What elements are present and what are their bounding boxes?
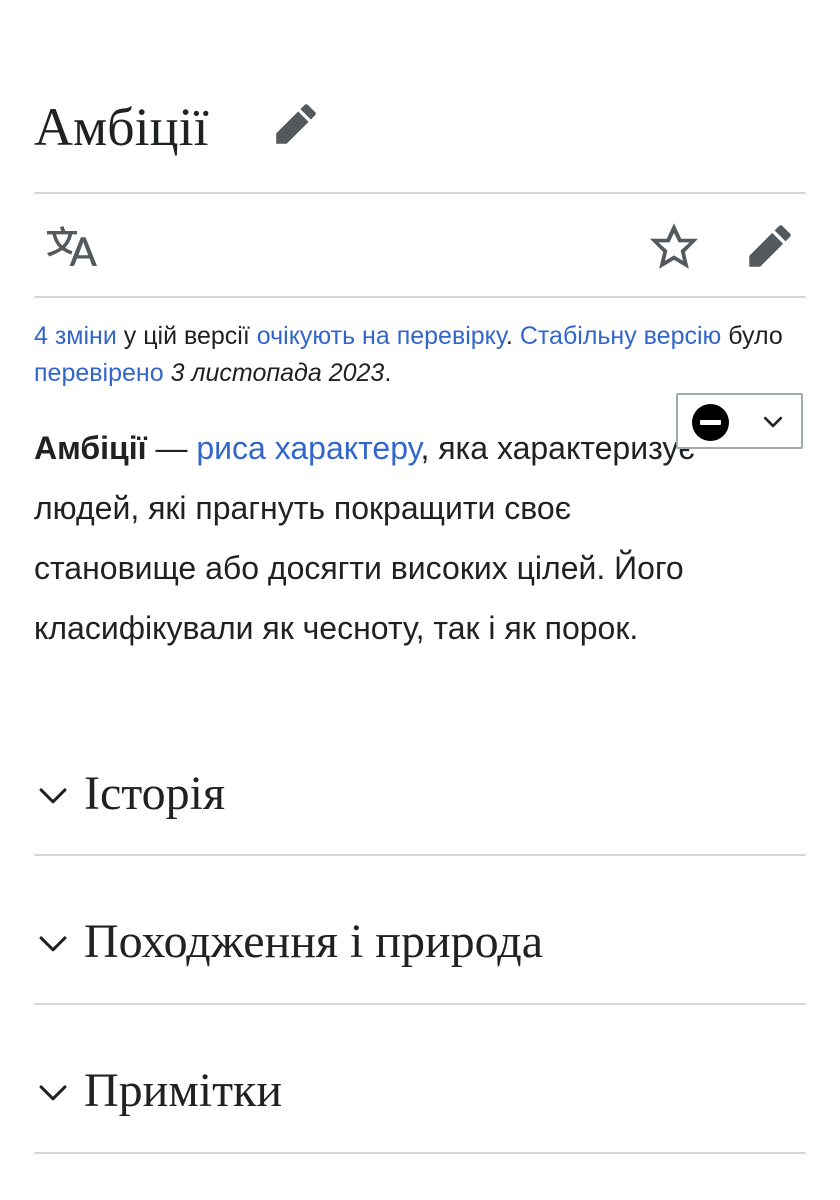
checked-link[interactable]: перевірено — [34, 359, 164, 387]
title-row: Амбіції — [34, 92, 806, 162]
chevron-down-icon — [763, 416, 783, 428]
page-actions-toolbar — [34, 196, 806, 296]
section-title: Примітки — [84, 1064, 283, 1117]
notice-text: було — [721, 322, 783, 350]
changes-link[interactable]: 4 зміни — [34, 322, 117, 350]
stable-version-link[interactable]: Стабільну версію — [520, 322, 721, 350]
title-edit-button[interactable] — [272, 100, 320, 148]
translate-icon — [47, 226, 97, 267]
section-title: Історія — [84, 767, 226, 820]
section-divider — [34, 854, 806, 856]
toolbar-divider — [34, 296, 806, 298]
title-divider — [34, 192, 806, 194]
watch-star-button[interactable] — [642, 214, 706, 278]
section-history[interactable]: Історія — [34, 744, 806, 844]
edit-page-button[interactable] — [738, 214, 802, 278]
pencil-icon — [749, 225, 791, 267]
notice-text: . — [505, 322, 520, 350]
section-divider — [34, 1152, 806, 1154]
notice-text: у цій версії — [116, 322, 257, 350]
review-notice: 4 зміни у цій версії очікують на перевір… — [34, 318, 806, 392]
page-title: Амбіції — [34, 97, 209, 157]
chevron-down-icon — [39, 788, 67, 804]
lead-term: Амбіції — [34, 430, 147, 466]
notice-text — [164, 359, 171, 387]
lead-dash: — — [146, 430, 197, 466]
star-icon — [650, 223, 698, 269]
language-button[interactable] — [40, 214, 104, 278]
section-notes[interactable]: Примітки — [34, 1041, 806, 1141]
chevron-down-icon — [39, 1085, 67, 1101]
character-trait-link[interactable]: риса характеру — [196, 430, 420, 466]
section-divider — [34, 1003, 806, 1005]
section-origin-nature[interactable]: Походження і природа — [34, 892, 806, 992]
lead-paragraph: Амбіції — риса характеру, яка характериз… — [34, 418, 724, 658]
minus-circle-icon — [692, 404, 729, 441]
notice-text: . — [384, 359, 392, 387]
section-title: Походження і природа — [84, 915, 544, 968]
pending-review-link[interactable]: очікують на перевірку — [257, 322, 506, 350]
review-date: 3 листопада 2023 — [170, 359, 385, 387]
pencil-icon — [276, 104, 316, 144]
chevron-down-icon — [39, 936, 67, 952]
review-status-toggle[interactable] — [676, 393, 803, 449]
